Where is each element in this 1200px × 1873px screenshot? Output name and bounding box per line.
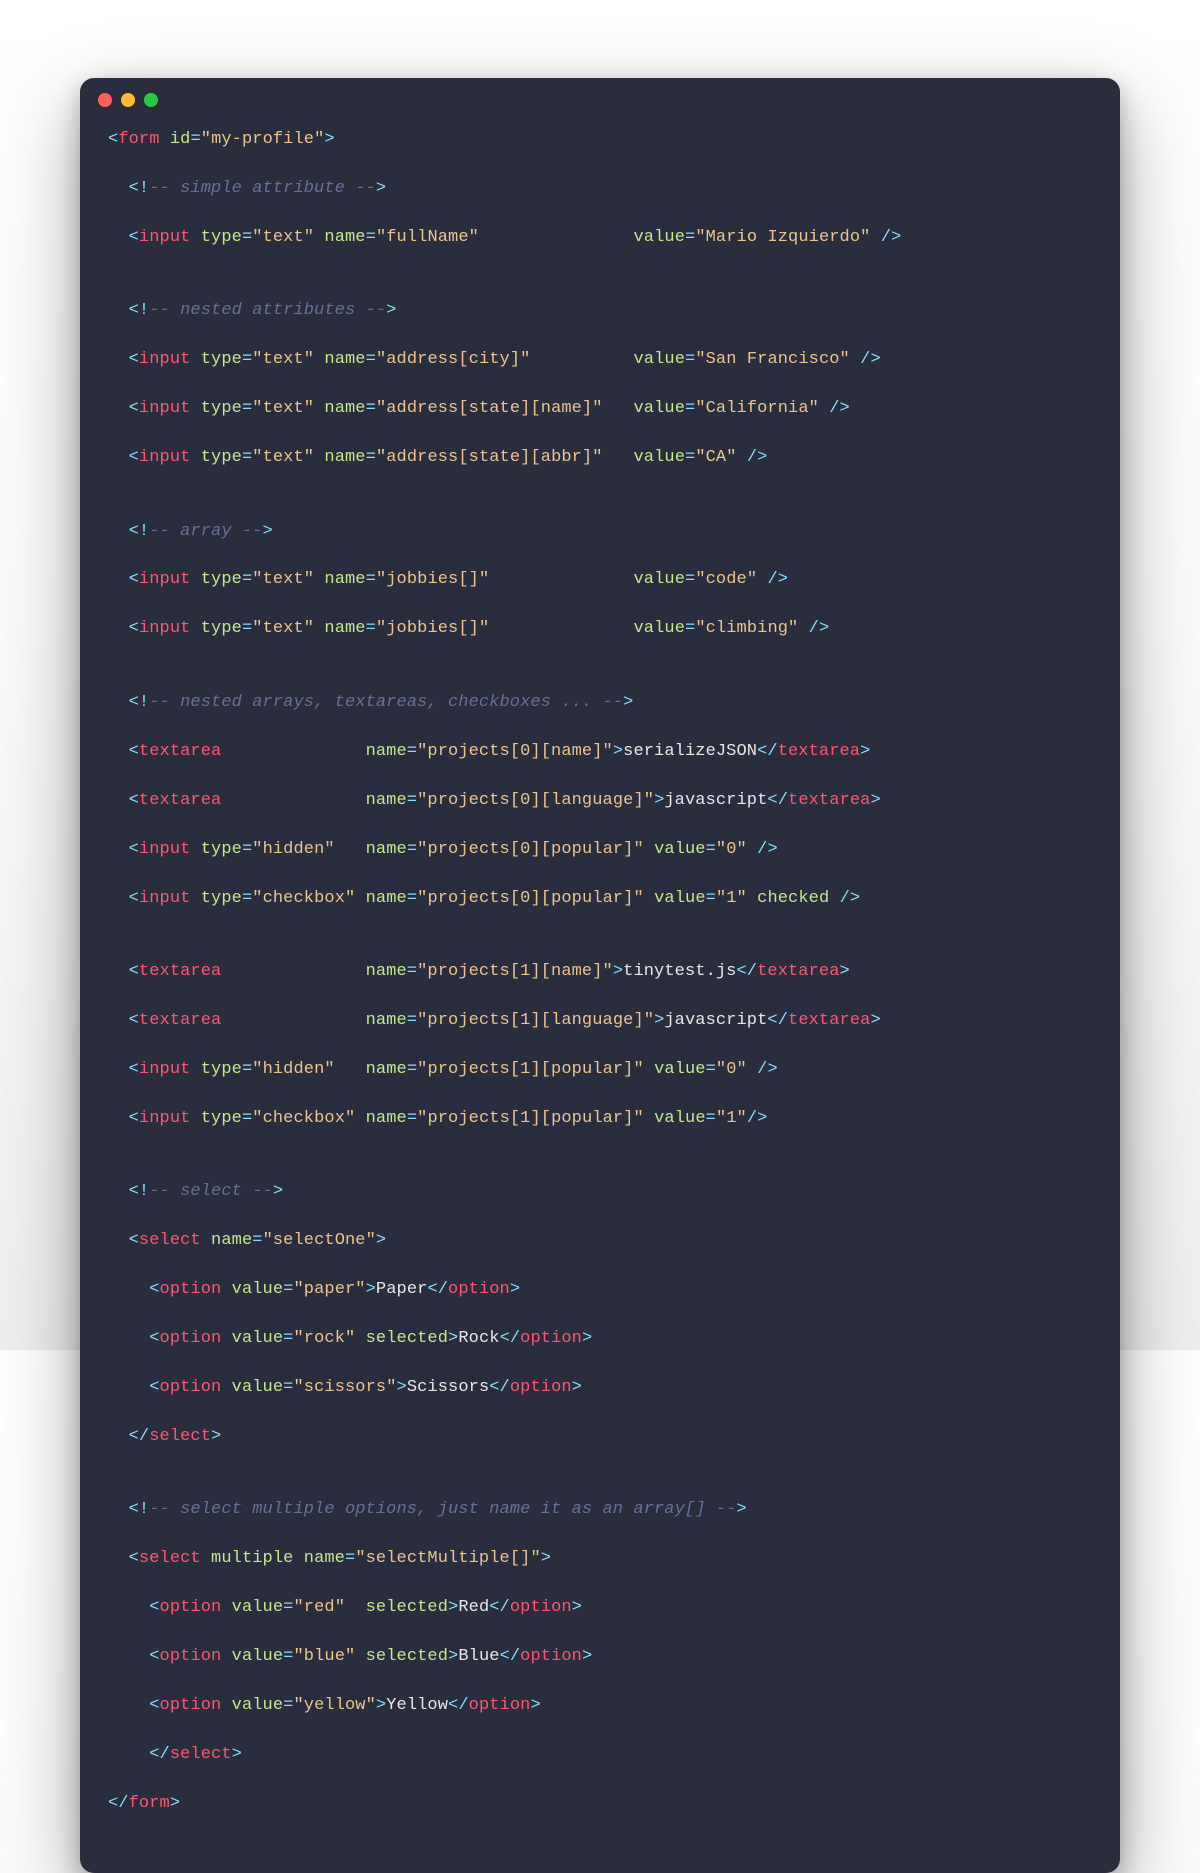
code-block: <form id="my-profile"> <!-- simple attri… [80,122,1120,1873]
close-icon[interactable] [98,93,112,107]
window-titlebar [80,78,1120,122]
minimize-icon[interactable] [121,93,135,107]
zoom-icon[interactable] [144,93,158,107]
code-window: <form id="my-profile"> <!-- simple attri… [80,78,1120,1873]
